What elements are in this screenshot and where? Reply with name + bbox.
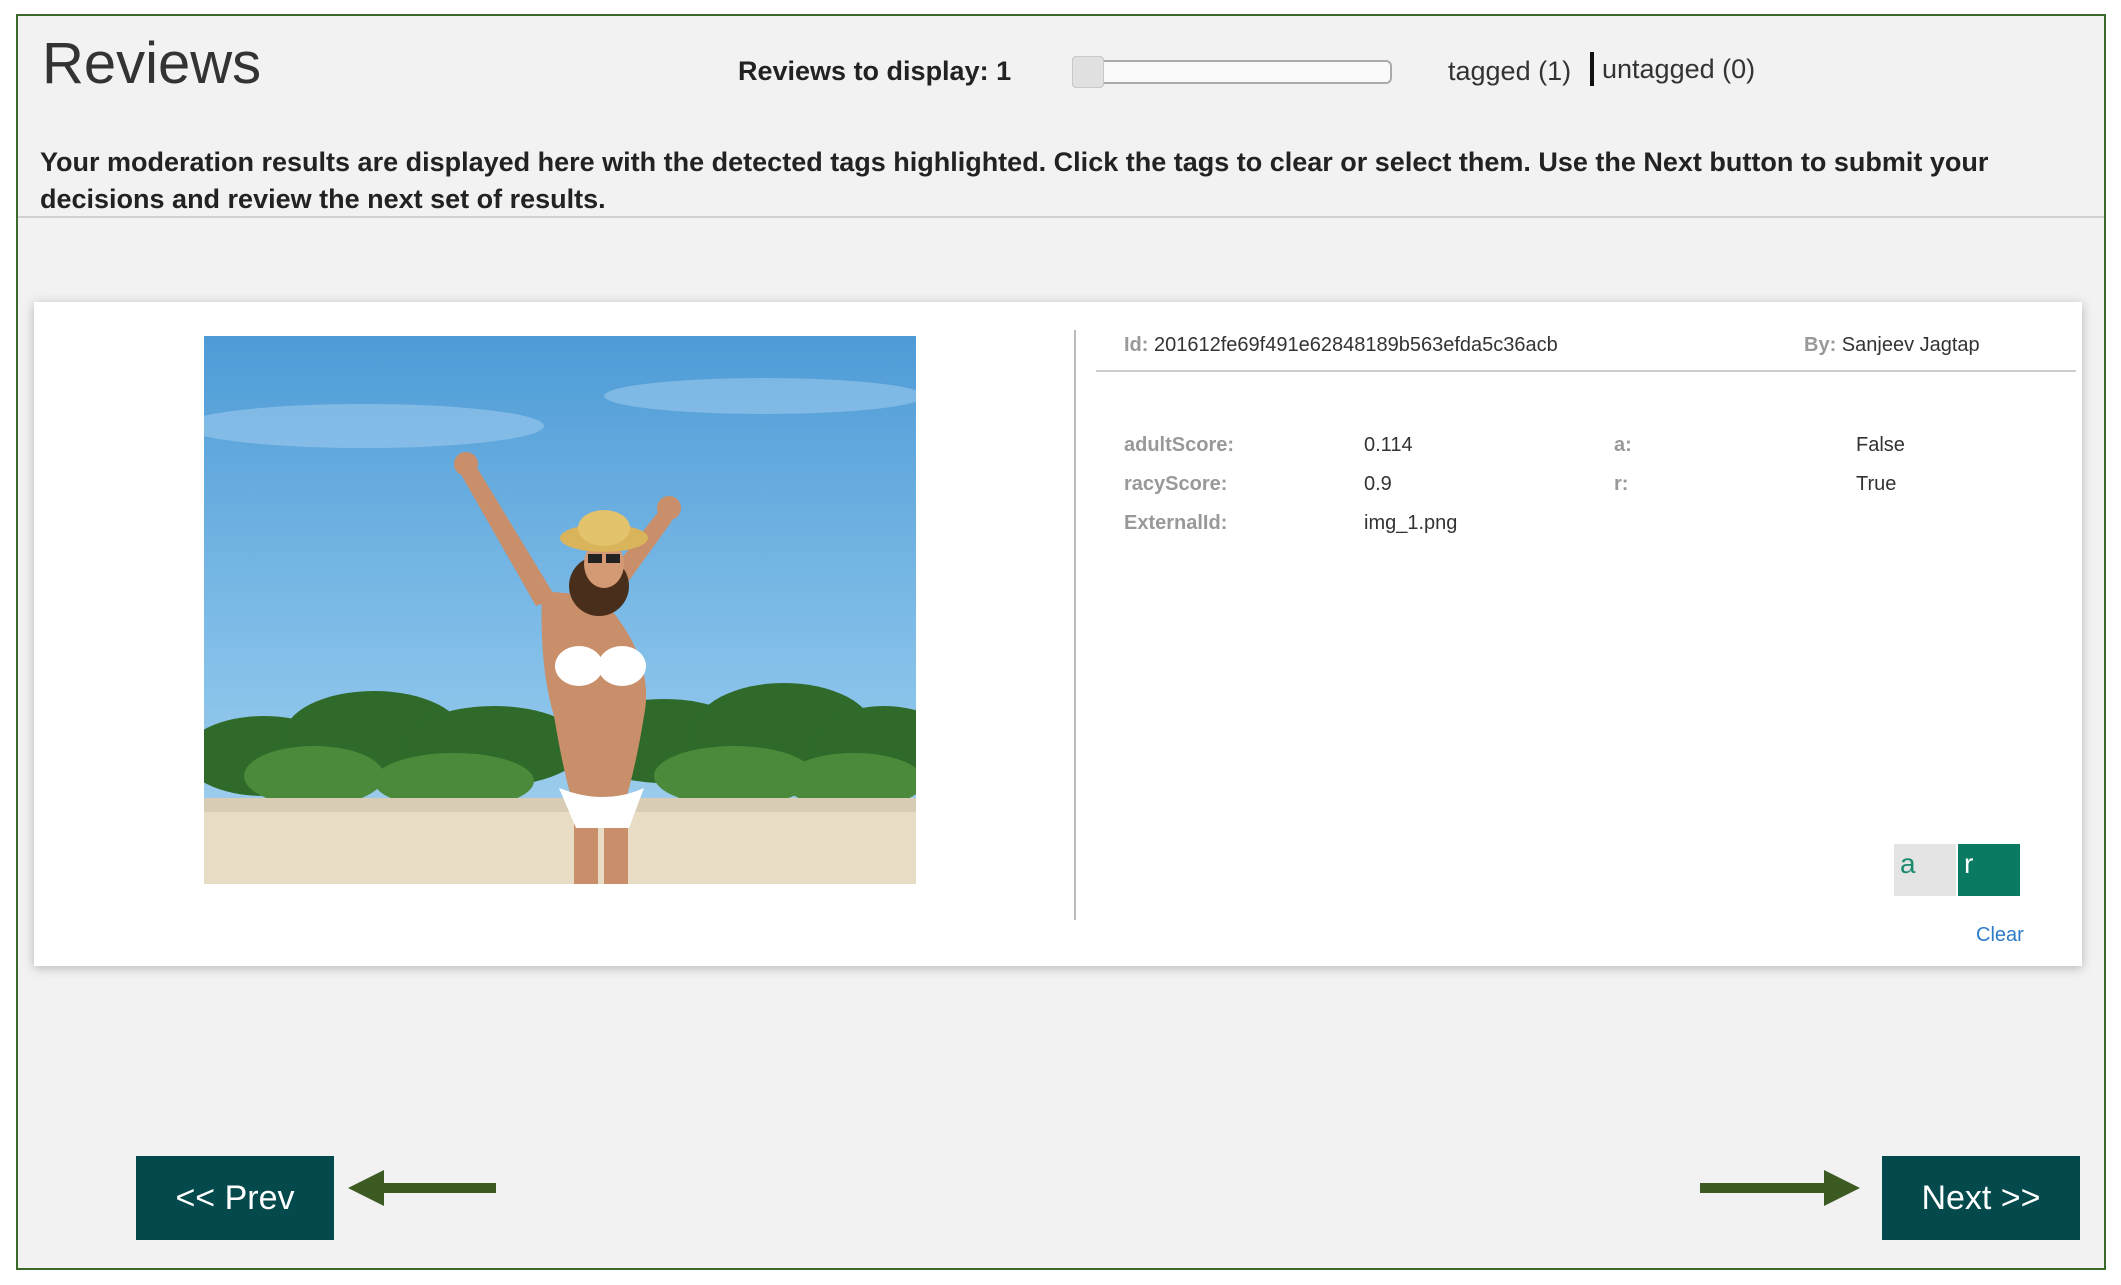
id-value: 201612fe69f491e62848189b563efda5c36acb xyxy=(1154,334,1558,356)
by-label: By: xyxy=(1804,334,1837,356)
header-divider xyxy=(18,216,2104,218)
tag-button-a[interactable]: a xyxy=(1894,844,1956,896)
tag-value: False xyxy=(1856,434,1905,456)
instructions-text: Your moderation results are displayed he… xyxy=(40,147,1989,214)
review-image[interactable] xyxy=(204,336,916,884)
untagged-filter-link[interactable]: untagged (0) xyxy=(1590,52,1755,86)
metadata-value: 0.9 xyxy=(1364,473,1392,495)
prev-button[interactable]: << Prev xyxy=(136,1156,334,1240)
review-id: Id: 201612fe69f491e62848189b563efda5c36a… xyxy=(1124,334,1558,357)
metadata-value: img_1.png xyxy=(1364,512,1458,534)
id-label: Id: xyxy=(1124,334,1149,356)
metadata-key: ExternalId: xyxy=(1124,512,1228,534)
tag-key: r: xyxy=(1614,473,1629,495)
review-meta-header: Id: 201612fe69f491e62848189b563efda5c36a… xyxy=(1096,332,2076,372)
reviews-count-slider[interactable] xyxy=(1072,56,1392,88)
tag-value: True xyxy=(1856,473,1897,495)
metadata-row: ExternalId: xyxy=(1124,512,1227,535)
by-value: Sanjeev Jagtap xyxy=(1841,334,1980,356)
review-author: By: Sanjeev Jagtap xyxy=(1804,334,1980,357)
reviews-to-display-label: Reviews to display: 1 xyxy=(738,56,1012,86)
left-arrow-icon xyxy=(348,1170,496,1206)
metadata-key: racyScore: xyxy=(1124,473,1228,495)
tagged-filter-link[interactable]: tagged (1) xyxy=(1448,56,1571,87)
metadata-key: adultScore: xyxy=(1124,434,1235,456)
card-divider xyxy=(1074,330,1076,920)
slider-thumb[interactable] xyxy=(1072,56,1104,88)
review-card: Id: 201612fe69f491e62848189b563efda5c36a… xyxy=(34,302,2082,966)
right-arrow-icon xyxy=(1700,1170,1860,1206)
review-frame: Reviews Reviews to display: 1 tagged (1)… xyxy=(16,14,2106,1270)
metadata-row: racyScore: xyxy=(1124,473,1227,496)
metadata-value: 0.114 xyxy=(1364,434,1413,456)
page-title: Reviews xyxy=(42,31,262,96)
clear-tags-link[interactable]: Clear xyxy=(1976,924,2024,947)
tag-key: a: xyxy=(1614,434,1632,456)
tag-button-r[interactable]: r xyxy=(1958,844,2020,896)
metadata-row: adultScore: xyxy=(1124,434,1234,457)
next-button[interactable]: Next >> xyxy=(1882,1156,2080,1240)
